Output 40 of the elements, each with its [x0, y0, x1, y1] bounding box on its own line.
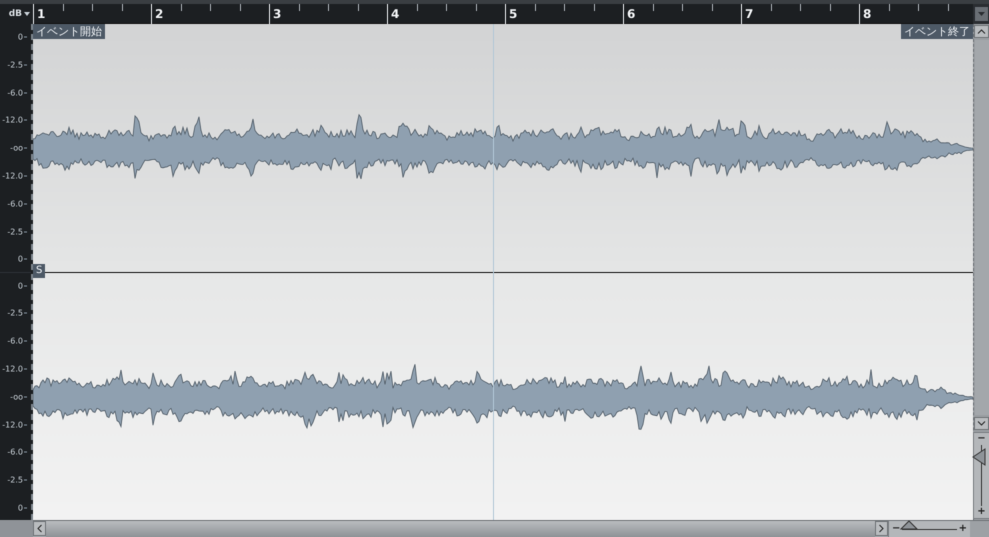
- scale-label: 0: [18, 32, 27, 42]
- event-start-marker[interactable]: イベント開始: [33, 24, 105, 39]
- scale-label: -oo: [10, 144, 27, 153]
- horizontal-zoom-slider[interactable]: − +: [888, 521, 970, 537]
- chevron-left-icon: [37, 524, 42, 533]
- scale-label: 0: [18, 281, 27, 290]
- scale-label: -6.0: [7, 448, 27, 457]
- scale-label: -12.0: [2, 172, 27, 180]
- event-end-marker[interactable]: イベント終了: [901, 24, 973, 39]
- scale-label: -2.5: [7, 227, 27, 236]
- caret-icon[interactable]: [24, 12, 30, 16]
- scale-label: -2.5: [7, 60, 27, 70]
- scroll-up-button[interactable]: [974, 25, 989, 38]
- scale-label: -2.5: [7, 476, 27, 485]
- chevron-down-icon: [977, 421, 986, 426]
- sync-marker[interactable]: S: [33, 264, 46, 278]
- scale-label: -6.0: [7, 88, 27, 98]
- corner-panel: [0, 520, 33, 537]
- scale-label: 0: [18, 254, 27, 264]
- scale-label: -6.0: [7, 199, 27, 208]
- timeline-ruler[interactable]: 1 2 3 4 5 6 7 8: [33, 4, 973, 24]
- scale-label: -12.0: [2, 420, 27, 429]
- chevron-right-icon: [879, 524, 884, 533]
- zoom-out-label: −: [892, 523, 900, 535]
- unit-label[interactable]: dB: [8, 9, 22, 19]
- chevron-up-icon: [977, 29, 986, 34]
- scroll-left-button[interactable]: [33, 521, 46, 536]
- menu-button[interactable]: [974, 7, 988, 21]
- scale-label: -6.0: [7, 336, 27, 346]
- horizontal-scrollbar[interactable]: [46, 521, 875, 537]
- scale-label: -12.0: [2, 364, 27, 374]
- scale-label: 0: [18, 503, 27, 512]
- dropdown-icon: [978, 12, 984, 16]
- vertical-scrollbar[interactable]: [974, 40, 988, 415]
- scroll-right-button[interactable]: [875, 521, 888, 536]
- scale-label: -12.0: [2, 116, 27, 125]
- scroll-down-button[interactable]: [974, 417, 989, 430]
- scale-label: -2.5: [7, 308, 27, 318]
- scale-label: -oo: [10, 392, 27, 402]
- zoom-in-label: +: [958, 523, 967, 535]
